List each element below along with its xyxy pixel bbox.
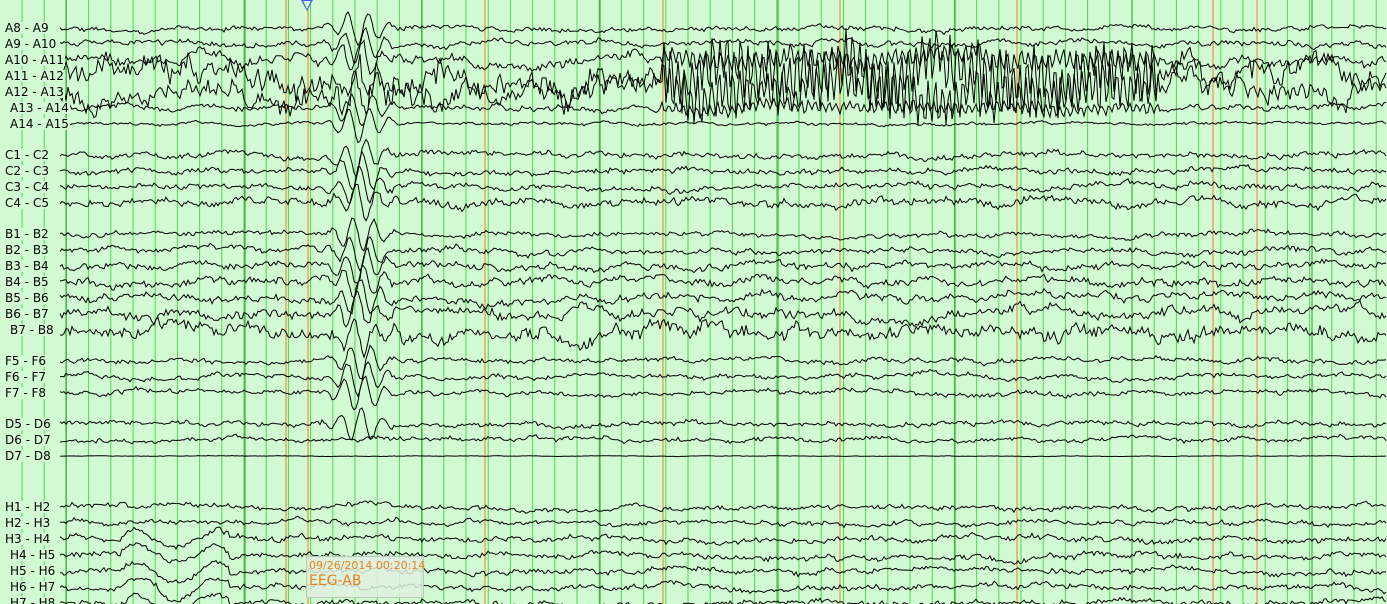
trace-h2-h3 [59, 515, 1387, 529]
trace-f7-f8 [59, 375, 1387, 411]
channel-label[interactable]: F6 - F7 [5, 371, 48, 383]
trace-d6-d7 [59, 433, 1387, 445]
trace-f6-f7 [59, 361, 1387, 398]
eeg-trace-canvas[interactable] [0, 0, 1387, 604]
trace-a14-a15 [59, 108, 1387, 144]
trace-h1-h2 [59, 500, 1387, 514]
channel-label[interactable]: A14 - A15 [10, 118, 70, 130]
triangle-down-icon[interactable] [301, 0, 313, 11]
channel-label[interactable]: A12 - A13 [5, 86, 65, 98]
trace-h6-h7 [59, 577, 1387, 603]
channel-label[interactable]: B2 - B3 [5, 244, 50, 256]
channel-label[interactable]: C1 - C2 [5, 149, 50, 161]
trace-b7-b8 [59, 316, 1387, 359]
channel-label[interactable]: F7 - F8 [5, 387, 48, 399]
trace-b1-b2 [59, 217, 1387, 252]
eeg-viewer[interactable]: A8 - A9 A9 - A10 A10 - A11 A11 - A12 A12 - A… [0, 0, 1387, 604]
trace-c4-c5 [59, 183, 1387, 222]
channel-label[interactable]: B5 - B6 [5, 292, 50, 304]
trace-a8-a9 [59, 11, 1386, 47]
channel-label[interactable]: B4 - B5 [5, 276, 50, 288]
trace-d5-d6 [59, 407, 1387, 441]
channel-label[interactable]: D6 - D7 [5, 434, 52, 446]
channel-label[interactable]: H1 - H2 [5, 501, 52, 513]
channel-label[interactable]: H2 - H3 [5, 517, 52, 529]
event-annotation[interactable]: 09/26/2014 00:20:14 EEG-AB [306, 556, 426, 598]
channel-label[interactable]: H6 - H7 [10, 581, 57, 593]
channel-label[interactable]: C3 - C4 [5, 181, 50, 193]
trace-h4-h5 [59, 542, 1387, 565]
trace-d7-d8 [59, 454, 1387, 458]
channel-label[interactable]: H3 - H4 [5, 533, 52, 545]
channel-label[interactable]: B1 - B2 [5, 228, 50, 240]
trace-h3-h4 [59, 526, 1387, 550]
annotation-event: EEG-AB [309, 573, 362, 589]
channel-label[interactable]: A13 - A14 [10, 102, 70, 114]
channel-label[interactable]: D5 - D6 [5, 418, 52, 430]
channel-label[interactable]: B3 - B4 [5, 260, 50, 272]
channel-label[interactable]: A9 - A10 [5, 38, 58, 50]
channel-label[interactable]: F5 - F6 [5, 355, 48, 367]
channel-label[interactable]: B6 - B7 [5, 308, 50, 320]
channel-label[interactable]: A8 - A9 [5, 22, 50, 34]
trace-h5-h6 [60, 559, 1387, 584]
channel-label[interactable]: A10 - A11 [5, 54, 65, 66]
trace-b6-b7 [59, 290, 1387, 328]
channel-label[interactable]: B7 - B8 [10, 324, 55, 336]
channel-label[interactable]: C2 - C3 [5, 165, 50, 177]
channel-label[interactable]: H7 - H8 [10, 597, 57, 604]
channel-label[interactable]: H4 - H5 [10, 549, 57, 561]
channel-label[interactable]: H5 - H6 [10, 565, 57, 577]
trace-b3-b4 [59, 247, 1387, 284]
annotation-timestamp: 09/26/2014 00:20:14 [309, 559, 426, 572]
channel-label[interactable]: D7 - D8 [5, 450, 52, 462]
channel-label[interactable]: C4 - C5 [5, 197, 50, 209]
trace-h7-h8 [59, 592, 1387, 604]
trace-b2-b3 [59, 236, 1387, 272]
channel-label[interactable]: A11 - A12 [5, 70, 65, 82]
